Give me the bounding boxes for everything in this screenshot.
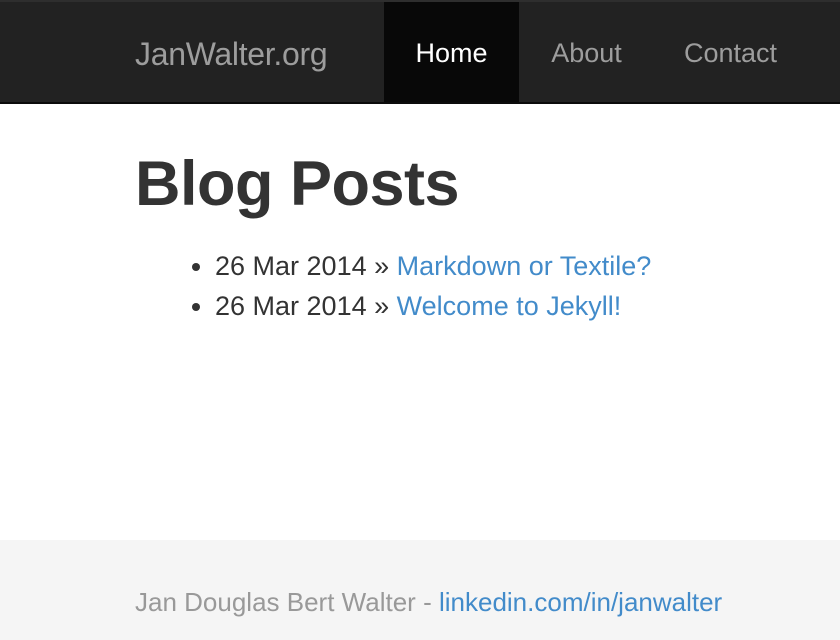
list-item: 26 Mar 2014 » Welcome to Jekyll!	[215, 286, 815, 326]
post-separator: »	[374, 291, 390, 321]
post-link[interactable]: Markdown or Textile?	[397, 251, 652, 281]
post-date: 26 Mar 2014	[215, 291, 367, 321]
footer-text: Jan Douglas Bert Walter - linkedin.com/i…	[135, 585, 722, 619]
brand-link[interactable]: JanWalter.org	[135, 2, 328, 102]
main-content: Blog Posts 26 Mar 2014 » Markdown or Tex…	[135, 104, 815, 326]
nav-item-contact[interactable]: Contact	[654, 2, 840, 102]
footer: Jan Douglas Bert Walter - linkedin.com/i…	[0, 540, 840, 640]
page-title: Blog Posts	[135, 149, 460, 219]
navbar: JanWalter.org Home About Contact	[0, 0, 840, 104]
list-item: 26 Mar 2014 » Markdown or Textile?	[215, 246, 815, 286]
linkedin-link[interactable]: linkedin.com/in/janwalter	[439, 587, 722, 617]
footer-dash: -	[423, 587, 432, 617]
post-list: 26 Mar 2014 » Markdown or Textile? 26 Ma…	[135, 246, 815, 326]
nav-item-about[interactable]: About	[519, 2, 654, 102]
nav-menu: Home About Contact	[384, 2, 840, 102]
nav-item-home[interactable]: Home	[384, 2, 519, 102]
post-link[interactable]: Welcome to Jekyll!	[397, 291, 622, 321]
footer-author: Jan Douglas Bert Walter	[135, 587, 416, 617]
post-date: 26 Mar 2014	[215, 251, 367, 281]
post-separator: »	[374, 251, 390, 281]
